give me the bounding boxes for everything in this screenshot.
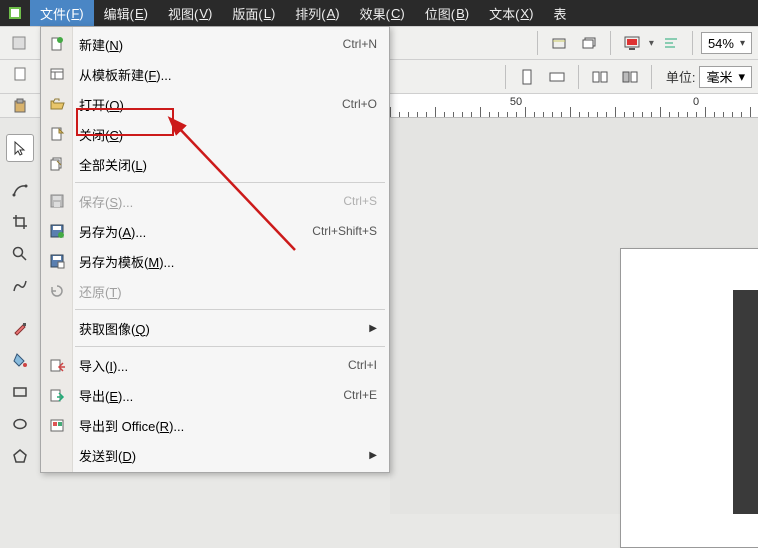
exportoffice-icon [47,415,67,435]
ruler-label: 50 [510,96,522,108]
new-icon [47,34,67,54]
menu-item-shortcut: Ctrl+E [343,388,377,402]
menu-L[interactable]: 版面(L) [222,0,285,26]
tool-pen-icon[interactable] [6,314,34,342]
close-icon [47,124,67,144]
tool-zoom-icon[interactable] [6,240,34,268]
orient-portrait-button[interactable] [514,64,540,90]
menu-bar: 文件(F)编辑(E)视图(V)版面(L)排列(A)效果(C)位图(B)文本(X)… [0,0,758,26]
menu-item-close[interactable]: 关闭(C) [41,119,389,149]
acquire-icon [47,318,67,338]
menu-8[interactable]: 表 [543,0,576,26]
toolbox [6,60,40,470]
menu-E[interactable]: 编辑(E) [94,0,158,26]
menu-A[interactable]: 排列(A) [285,0,349,26]
open-icon [47,94,67,114]
tool-freehand-icon[interactable] [6,272,34,300]
menu-item-label: 从模板新建(F)... [79,65,377,84]
menu-item-label: 另存为(A)... [79,222,312,241]
menu-item-label: 导出到 Office(R)... [79,416,377,435]
closeall-icon [47,154,67,174]
save-icon [47,191,67,211]
menu-X[interactable]: 文本(X) [479,0,543,26]
page-facing-button[interactable] [587,64,613,90]
menu-item-label: 获取图像(Q) [79,319,361,338]
menu-B[interactable]: 位图(B) [415,0,479,26]
menu-item-save: 保存(S)...Ctrl+S [41,186,389,216]
canvas-area[interactable] [390,118,758,514]
menu-item-label: 还原(T) [79,282,377,301]
toolbar-btn-bars[interactable] [658,30,684,56]
menu-item-label: 全部关闭(L) [79,155,377,174]
toolbar-btn-window1[interactable] [546,30,572,56]
menu-item-import[interactable]: 导入(I)...Ctrl+I [41,350,389,380]
saveas-icon [47,221,67,241]
tool-shape-icon[interactable] [6,176,34,204]
menu-item-acquire[interactable]: 获取图像(Q) ▶ [41,313,389,343]
submenu-arrow-icon: ▶ [369,323,377,334]
menu-V[interactable]: 视图(V) [158,0,222,26]
app-icon [0,0,30,26]
menu-item-label: 另存为模板(M)... [79,252,377,271]
menu-C[interactable]: 效果(C) [350,0,415,26]
tool-polygon-icon[interactable] [6,442,34,470]
menu-item-label: 保存(S)... [79,192,343,211]
toolbar-btn-generic[interactable] [6,30,32,56]
menu-item-saveas[interactable]: 另存为(A)...Ctrl+Shift+S [41,216,389,246]
page-single-button[interactable] [617,64,643,90]
tool-fill-icon[interactable] [6,346,34,374]
menu-item-label: 发送到(D) [79,446,361,465]
orient-landscape-button[interactable] [544,64,570,90]
menu-item-exportoffice[interactable]: 导出到 Office(R)... [41,410,389,440]
menu-item-template[interactable]: 从模板新建(F)... [41,59,389,89]
export-icon [47,385,67,405]
zoom-value: 54% [708,36,734,51]
menu-item-shortcut: Ctrl+Shift+S [312,224,377,238]
menu-item-label: 打开(O)... [79,95,342,114]
menu-item-label: 关闭(C) [79,125,377,144]
chevron-down-icon: ▾ [738,69,745,85]
blank-icon [47,445,67,465]
tool-crop-icon[interactable] [6,208,34,236]
toolbar-btn-window2[interactable] [576,30,602,56]
unit-value: 毫米 [706,67,732,86]
submenu-arrow-icon: ▶ [369,450,377,461]
tool-new-icon[interactable] [6,60,34,88]
menu-item-savetpl[interactable]: 另存为模板(M)... [41,246,389,276]
menu-item-shortcut: Ctrl+I [348,358,377,372]
side-panel [733,290,758,514]
menu-item-16[interactable]: 发送到(D) ▶ [41,440,389,470]
menu-item-open[interactable]: 打开(O)...Ctrl+O [41,89,389,119]
menu-item-shortcut: Ctrl+S [343,194,377,208]
menu-item-shortcut: Ctrl+N [343,37,377,51]
menu-item-label: 导出(E)... [79,386,343,405]
ruler-label: 0 [693,96,699,108]
horizontal-ruler: 50 0 [390,94,758,118]
toolbar-btn-screen[interactable] [619,30,645,56]
unit-label: 单位: [666,67,696,86]
revert-icon [47,281,67,301]
chevron-down-icon: ▾ [740,38,745,49]
menu-item-revert: 还原(T) [41,276,389,306]
savetpl-icon [47,251,67,271]
tool-clipboard-icon[interactable] [6,92,34,120]
import-icon [47,355,67,375]
zoom-selector[interactable]: 54% ▾ [701,32,752,54]
file-menu-dropdown: 新建(N)Ctrl+N 从模板新建(F)... 打开(O)...Ctrl+O 关闭(C… [40,26,390,473]
tool-pick-icon[interactable] [6,134,34,162]
unit-selector[interactable]: 毫米 ▾ [699,66,752,88]
menu-item-label: 新建(N) [79,35,343,54]
tool-rect-icon[interactable] [6,378,34,406]
menu-item-new[interactable]: 新建(N)Ctrl+N [41,29,389,59]
template-icon [47,64,67,84]
tool-ellipse-icon[interactable] [6,410,34,438]
menu-F[interactable]: 文件(F) [30,0,94,26]
menu-item-closeall[interactable]: 全部关闭(L) [41,149,389,179]
menu-item-label: 导入(I)... [79,356,348,375]
menu-item-export[interactable]: 导出(E)...Ctrl+E [41,380,389,410]
menu-item-shortcut: Ctrl+O [342,97,377,111]
